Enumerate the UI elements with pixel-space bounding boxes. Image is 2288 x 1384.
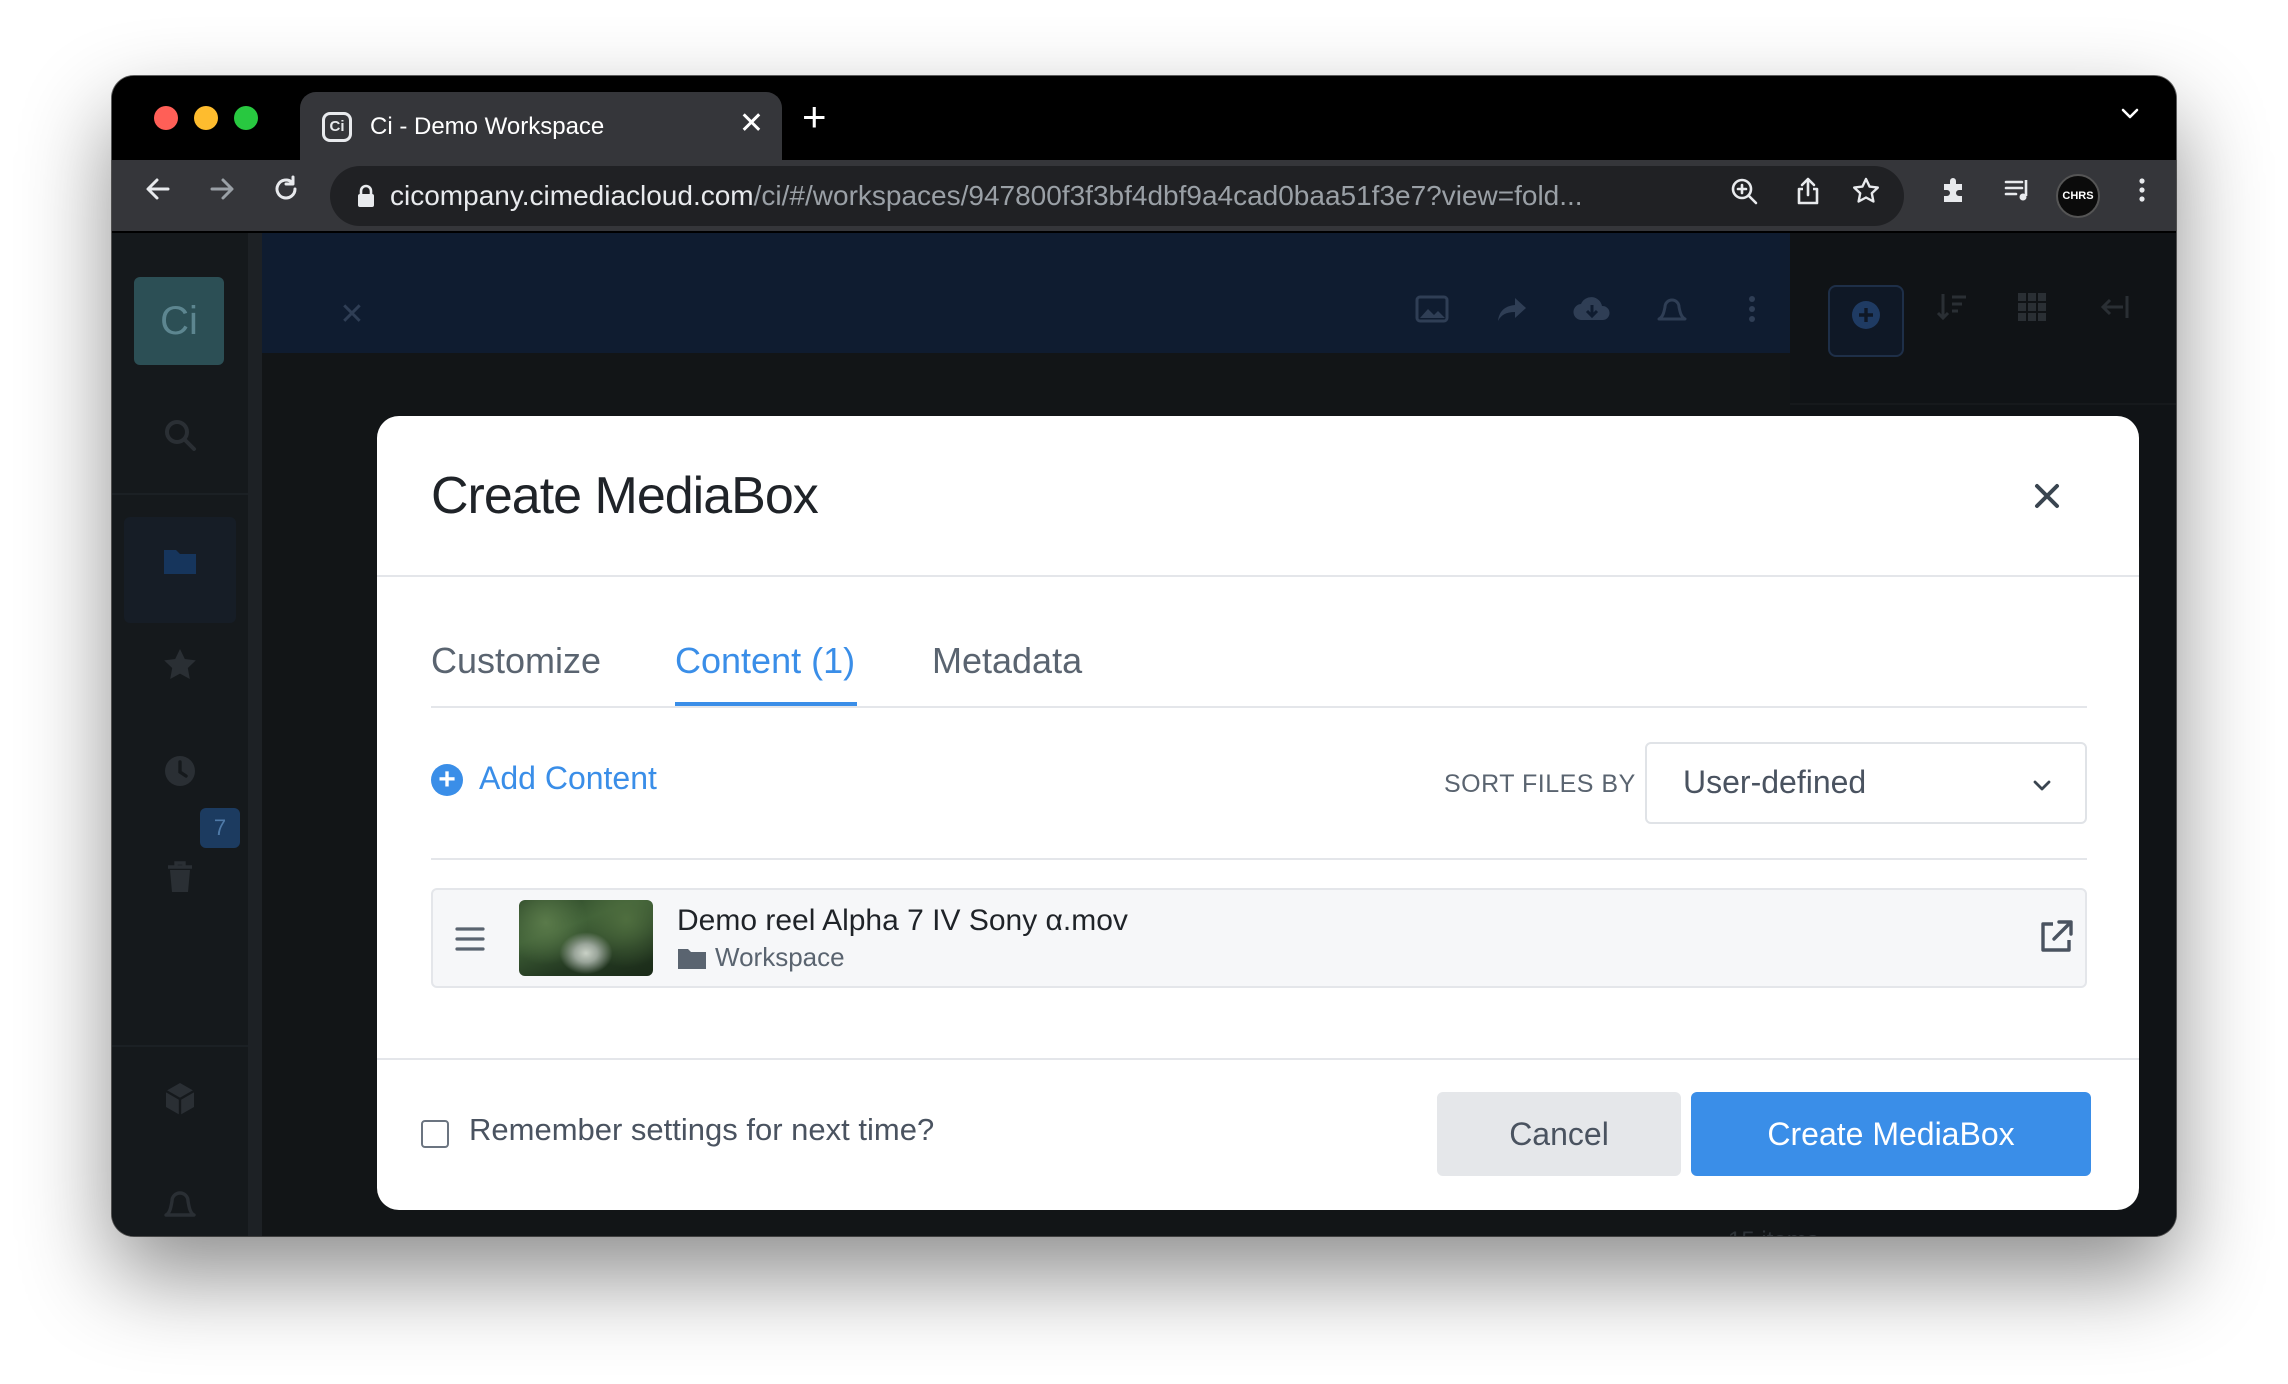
collapse-pane-icon[interactable] [2090,289,2138,337]
nav-separator [248,233,262,1236]
more-options-icon[interactable] [1730,293,1774,337]
browser-toolbar: cicompany.cimediacloud.com/ci/#/workspac… [112,160,2176,232]
drag-handle-icon[interactable] [455,926,485,952]
bell-icon[interactable] [152,1185,208,1236]
nav-divider [112,1045,248,1047]
tab-search-chevron-icon[interactable] [2118,102,2142,133]
forward-arrow-icon[interactable] [200,172,244,216]
search-icon[interactable] [152,415,208,471]
active-tab-indicator [675,702,857,706]
cube-icon[interactable] [152,1079,208,1135]
external-link-icon[interactable] [2037,918,2075,956]
file-thumbnail [519,900,653,976]
folder-icon [677,946,707,970]
sort-selected-value: User-defined [1683,764,1867,800]
file-row[interactable]: Demo reel Alpha 7 IV Sony α.mov Workspac… [431,888,2087,988]
selection-toolbar: ✕ [262,233,1790,353]
notification-bell-icon[interactable] [1650,293,1694,337]
clock-icon[interactable] [152,751,208,807]
nav-divider [112,493,248,495]
grid-view-icon[interactable] [2008,289,2056,337]
url-host: cicompany.cimediacloud.com [390,180,754,211]
items-count: 15 items [1728,1227,1819,1236]
share-icon[interactable] [1788,176,1828,216]
sort-files-select[interactable]: User-defined [1645,742,2087,824]
pane-divider [1790,403,2176,405]
remember-settings-checkbox[interactable] [421,1120,449,1148]
add-circle-icon: + [431,764,463,796]
create-mediabox-button[interactable]: Create MediaBox [1691,1092,2091,1176]
url-path: /ci/#/workspaces/947800f3f3bf4dbf9a4cad0… [753,180,1583,211]
dialog-title: Create MediaBox [431,467,819,525]
favicon-icon: Ci [322,112,352,142]
image-icon[interactable] [1410,293,1454,337]
app-logo[interactable]: Ci [134,277,224,365]
chevron-down-icon [2029,772,2055,798]
add-content-label: Add Content [479,760,657,796]
zoom-icon[interactable] [1724,176,1764,216]
back-arrow-icon[interactable] [136,172,180,216]
close-selection-icon[interactable]: ✕ [330,293,374,337]
tabs-divider [431,706,2087,708]
tab-close-icon[interactable]: ✕ [739,108,764,140]
create-mediabox-dialog: Create MediaBox Customize Content (1) Me… [377,416,2139,1210]
media-control-icon[interactable] [1996,174,2040,218]
file-name: Demo reel Alpha 7 IV Sony α.mov [677,904,1128,937]
share-arrow-icon[interactable] [1490,293,1534,337]
star-icon[interactable] [152,645,208,701]
maximize-window-button[interactable] [234,106,258,130]
lock-icon[interactable] [352,182,380,210]
add-circle-icon[interactable] [1828,285,1904,357]
bookmark-star-icon[interactable] [1846,176,1886,216]
close-window-button[interactable] [154,106,178,130]
sort-files-label: SORT FILES BY [1444,770,1636,798]
new-tab-icon[interactable]: + [802,94,827,140]
trash-icon[interactable] [152,857,208,913]
tab-strip: Ci Ci - Demo Workspace ✕ + [112,76,2176,160]
more-vertical-icon[interactable] [2120,174,2164,218]
download-cloud-icon[interactable] [1570,293,1614,337]
close-icon[interactable] [2027,476,2067,516]
footer-divider [377,1058,2139,1060]
header-divider [377,575,2139,577]
tab-metadata[interactable]: Metadata [932,640,1082,682]
file-location-label: Workspace [715,942,845,972]
minimize-window-button[interactable] [194,106,218,130]
tab-content[interactable]: Content (1) [675,640,855,682]
browser-tab-active[interactable]: Ci Ci - Demo Workspace ✕ [300,92,782,160]
profile-avatar[interactable]: CHRS [2056,174,2100,218]
cancel-button[interactable]: Cancel [1437,1092,1681,1176]
reload-icon[interactable] [264,172,308,216]
browser-window: Ci Ci - Demo Workspace ✕ + cicompany.cim… [112,76,2176,1236]
recent-count-badge: 7 [200,808,240,848]
tab-title: Ci - Demo Workspace [370,113,605,140]
content-list-divider [431,858,2087,860]
tab-customize[interactable]: Customize [431,640,601,682]
remember-settings-label: Remember settings for next time? [469,1112,935,1147]
address-bar[interactable]: cicompany.cimediacloud.com/ci/#/workspac… [330,166,1904,226]
url-text: cicompany.cimediacloud.com/ci/#/workspac… [390,180,1583,212]
extensions-puzzle-icon[interactable] [1932,174,1976,218]
left-navigation: Ci 7 [112,233,248,1236]
sort-icon[interactable] [1928,289,1976,337]
folder-icon[interactable] [152,541,208,597]
